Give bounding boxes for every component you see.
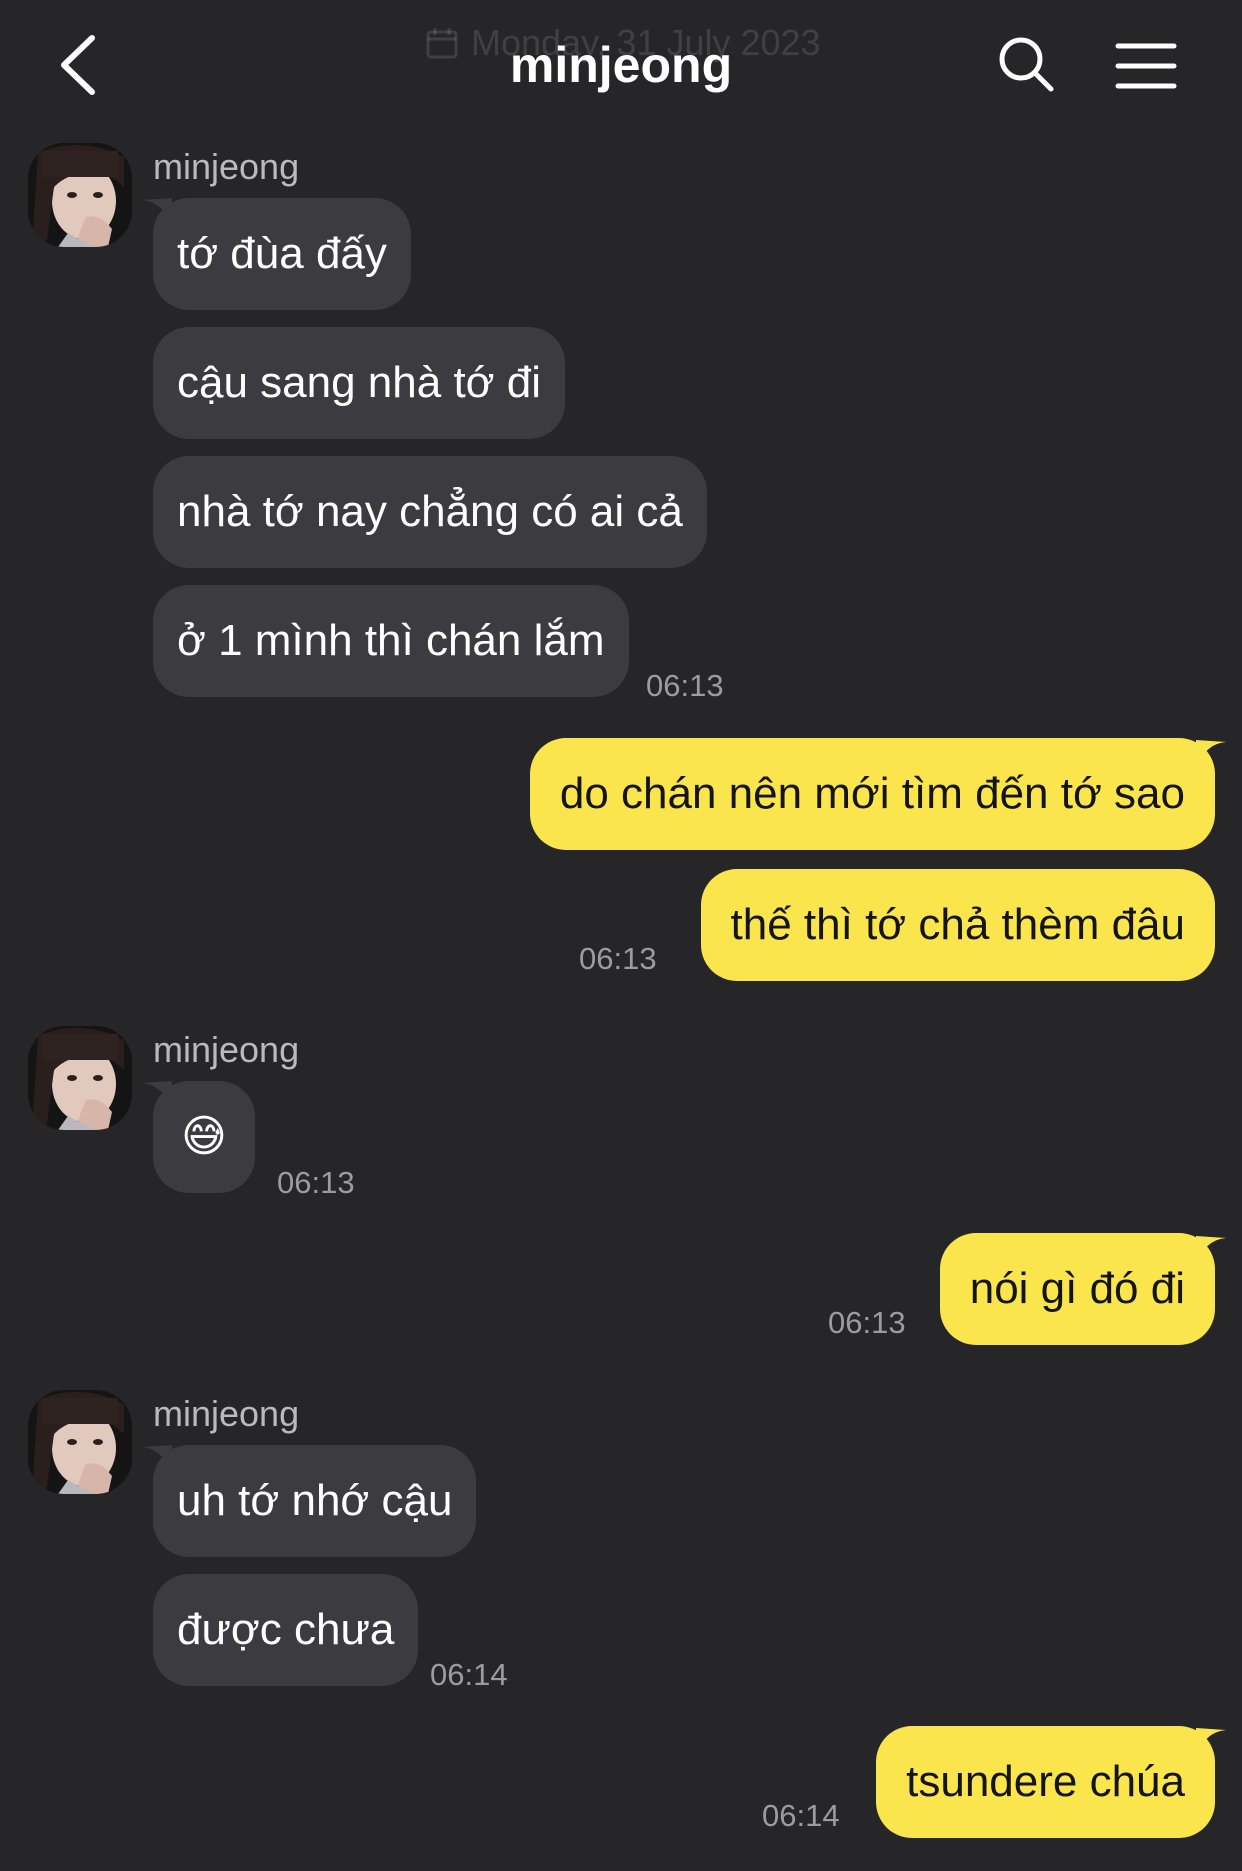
message-bubble[interactable]: nhà tớ nay chẳng có ai cả — [153, 456, 707, 568]
chat-screen: Monday, 31 July 2023 minjeong minjeong t… — [0, 0, 1242, 1871]
message-bubble[interactable]: ở 1 mình thì chán lắm — [153, 585, 629, 697]
message-bubble[interactable]: tớ đùa đấy — [153, 198, 411, 310]
sender-name: minjeong — [153, 1393, 300, 1434]
message-bubble[interactable]: cậu sang nhà tớ đi — [153, 327, 565, 439]
sender-name: minjeong — [153, 146, 300, 187]
message-bubble[interactable]: do chán nên mới tìm đến tớ sao — [529, 738, 1215, 850]
profile-photo — [28, 143, 132, 247]
avatar[interactable] — [28, 1390, 132, 1494]
avatar[interactable] — [28, 1026, 132, 1130]
emoji-message-bubble[interactable]: 😅 — [153, 1081, 255, 1193]
message-bubble[interactable]: tsundere chúa — [876, 1726, 1215, 1838]
profile-photo — [28, 1390, 132, 1494]
message-bubble[interactable]: thế thì tớ chả thèm đâu — [700, 869, 1215, 981]
message-bubble[interactable]: được chưa — [153, 1574, 419, 1686]
hamburger-menu-icon — [1115, 43, 1177, 89]
message-timestamp: 06:13 — [828, 1305, 906, 1340]
sender-name: minjeong — [153, 1029, 300, 1070]
menu-button[interactable] — [1114, 40, 1178, 92]
chat-header: Monday, 31 July 2023 minjeong — [0, 0, 1242, 130]
message-bubble[interactable]: nói gì đó đi — [939, 1233, 1215, 1345]
message-timestamp: 06:13 — [646, 668, 724, 703]
message-timestamp: 06:13 — [277, 1165, 355, 1200]
search-button[interactable] — [996, 34, 1056, 94]
message-bubble[interactable]: uh tớ nhớ cậu — [153, 1445, 477, 1557]
message-timestamp: 06:14 — [430, 1657, 508, 1692]
message-timestamp: 06:14 — [762, 1798, 840, 1833]
avatar[interactable] — [28, 143, 132, 247]
profile-photo — [28, 1026, 132, 1130]
message-timestamp: 06:13 — [579, 941, 657, 976]
search-icon — [999, 37, 1054, 92]
